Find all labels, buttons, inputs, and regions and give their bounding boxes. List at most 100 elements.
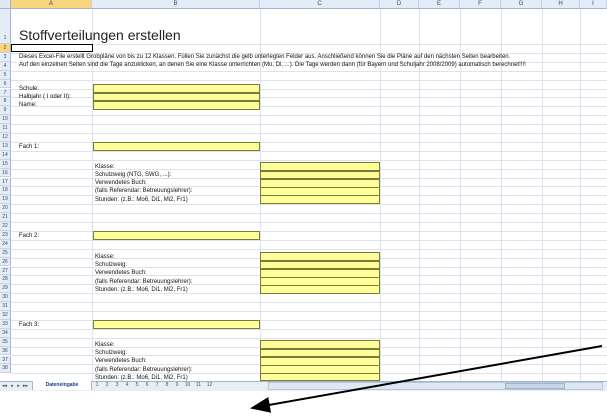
column-header-h[interactable]: H [542, 0, 580, 9]
fach-1-stunden-input[interactable] [260, 195, 380, 204]
row-header[interactable]: 13 [0, 141, 11, 151]
row-header[interactable]: 34 [0, 328, 11, 338]
fach-2-input[interactable] [93, 231, 260, 240]
row-header[interactable]: 22 [0, 222, 11, 231]
tab-nav-next-icon[interactable]: ▸ [16, 382, 21, 390]
row-header[interactable]: 11 [0, 124, 11, 133]
page-title: Stoffverteilungen erstellen [19, 27, 181, 43]
intro-line-1: Dieses Excel-File erstellt Grobpläne von… [19, 54, 511, 60]
row-header[interactable]: 36 [0, 346, 11, 356]
fach-1-schulzweig-input[interactable] [260, 171, 380, 179]
row-header[interactable]: 24 [0, 239, 11, 249]
fach-3-stunden-input[interactable] [260, 373, 380, 381]
row-header[interactable]: 7 [0, 88, 11, 98]
row-header[interactable]: 3 [0, 52, 11, 62]
column-header-c[interactable]: C [260, 0, 380, 9]
row-header[interactable]: 37 [0, 355, 11, 365]
fach-3-klasse-input[interactable] [260, 340, 380, 349]
tab-nav-last-icon[interactable]: ▸▸ [23, 382, 28, 390]
column-header-i[interactable]: I [580, 0, 607, 9]
row-header[interactable]: 19 [0, 195, 11, 205]
row-header[interactable]: 31 [0, 302, 11, 311]
fach-2-klasse-input[interactable] [260, 252, 380, 261]
fach-2-schulzweig-label: Schulzweig: [95, 262, 128, 268]
tab-sheet-5[interactable]: 5 [132, 381, 142, 390]
grid-line [11, 302, 607, 303]
tab-sheet-10[interactable]: 10 [182, 381, 193, 390]
grid-line [11, 160, 607, 161]
tab-sheet-4[interactable]: 4 [122, 381, 132, 390]
fach-1-referendar-label: (falls Referendar: Betreuungslehrer): [95, 188, 193, 194]
tab-sheet-7[interactable]: 7 [152, 381, 162, 390]
row-header[interactable]: 30 [0, 293, 11, 303]
row-header[interactable]: 28 [0, 275, 11, 285]
tab-nav-first-icon[interactable]: ◂◂ [2, 382, 7, 390]
column-header-g[interactable]: G [501, 0, 542, 9]
column-header-f[interactable]: F [460, 0, 501, 9]
row-header[interactable]: 33 [0, 319, 11, 329]
row-header[interactable]: 15 [0, 159, 11, 169]
column-header-d[interactable]: D [380, 0, 419, 9]
schule-input[interactable] [93, 84, 260, 93]
fach-1-input[interactable] [93, 142, 260, 151]
row-header[interactable]: 21 [0, 213, 11, 222]
schule-label: Schule: [19, 86, 40, 92]
row-header[interactable]: 9 [0, 106, 11, 116]
row-header[interactable]: 32 [0, 311, 11, 320]
column-header-e[interactable]: E [419, 0, 460, 9]
row-header[interactable]: 27 [0, 266, 11, 276]
grid-line [11, 133, 607, 134]
row-header[interactable]: 35 [0, 337, 11, 347]
row-header[interactable]: 10 [0, 115, 11, 125]
row-header[interactable]: 17 [0, 177, 11, 187]
tab-sheet-2[interactable]: 2 [102, 381, 112, 390]
tab-sheet-1[interactable]: 1 [92, 381, 102, 390]
row-header[interactable]: 23 [0, 230, 11, 240]
fach-1-klasse-label: Klasse: [95, 164, 115, 170]
row-header[interactable]: 2 [0, 44, 11, 53]
grid-line [11, 71, 607, 72]
row-header[interactable]: 6 [0, 79, 11, 89]
grid-line [11, 249, 607, 250]
fach-2-referendar-label: (falls Referendar: Betreuungslehrer): [95, 279, 193, 285]
tab-nav-prev-icon[interactable]: ◂ [9, 382, 14, 390]
tab-sheet-3[interactable]: 3 [112, 381, 122, 390]
row-header[interactable]: 8 [0, 97, 11, 107]
row-header[interactable]: 1 [0, 9, 11, 44]
select-all-corner[interactable] [0, 0, 11, 9]
fach-3-schulzweig-input[interactable] [260, 349, 380, 357]
tab-sheet-11[interactable]: 11 [193, 381, 204, 390]
row-header[interactable]: 4 [0, 61, 11, 71]
row-header[interactable]: 26 [0, 257, 11, 267]
tab-dateneingabe[interactable]: Dateneingabe [32, 381, 92, 390]
fach-1-klasse-input[interactable] [260, 162, 380, 171]
tab-sheet-9[interactable]: 9 [172, 381, 182, 390]
name-input[interactable] [93, 101, 260, 110]
fach-3-schulzweig-label: Schulzweig: [95, 350, 128, 356]
tab-sheet-12[interactable]: 12 [204, 381, 215, 390]
row-header[interactable]: 38 [0, 364, 11, 374]
fach-3-klasse-label: Klasse: [95, 342, 115, 348]
row-header[interactable]: 29 [0, 284, 11, 294]
fach-2-schulzweig-input[interactable] [260, 261, 380, 269]
row-header[interactable]: 20 [0, 204, 11, 214]
column-header-b[interactable]: B [92, 0, 260, 9]
row-header[interactable]: 14 [0, 150, 11, 160]
horizontal-scrollbar-thumb[interactable] [505, 383, 565, 389]
row-header[interactable]: 16 [0, 168, 11, 178]
halbjahr-input[interactable] [93, 93, 260, 101]
row-header[interactable]: 18 [0, 186, 11, 196]
tab-sheet-6[interactable]: 6 [142, 381, 152, 390]
grid-line [11, 124, 607, 125]
row-header[interactable]: 25 [0, 248, 11, 258]
fach-3-input[interactable] [93, 320, 260, 329]
tab-sheet-8[interactable]: 8 [162, 381, 172, 390]
fach-2-stunden-input[interactable] [260, 285, 380, 294]
active-cell[interactable] [11, 44, 93, 52]
fach-3-referendar-label: (falls Referendar: Betreuungslehrer): [95, 367, 193, 373]
grid-line [11, 213, 607, 214]
grid-line [11, 115, 607, 116]
column-header-a[interactable]: A [11, 0, 92, 9]
row-header[interactable]: 12 [0, 133, 11, 142]
row-header[interactable]: 5 [0, 70, 11, 80]
